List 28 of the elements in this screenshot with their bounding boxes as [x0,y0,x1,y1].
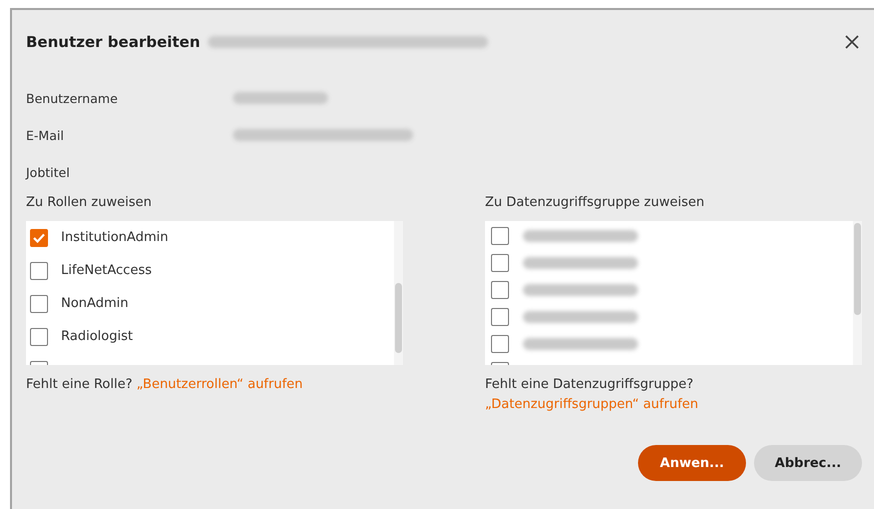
checkbox[interactable] [30,228,48,246]
role-label: InstitutionAdmin [61,230,168,245]
checkbox[interactable] [491,226,509,244]
checkbox[interactable] [491,254,509,272]
hint-text: Fehlt eine Rolle? „Benutzerrollen“ aufrufen [26,376,304,394]
link[interactable]: „Benutzerrollen“ aufrufen [136,377,303,392]
checkbox[interactable] [30,328,48,346]
checkbox[interactable] [491,280,509,298]
field-label: E-Mail [26,128,65,143]
checkbox[interactable] [30,294,48,312]
link[interactable]: „Datenzugriffsgruppen“ aufrufen [485,397,698,412]
section-heading: Zu Rollen zuweisen [26,195,153,212]
apply-button[interactable]: Anwen... [638,445,746,481]
check-icon [33,232,45,242]
hint-text: Fehlt eine Datenzugriffsgruppe? „Datenzugriffsgruppen“ aufrufen [485,376,700,414]
dialog-title: Benutzer bearbeiten [26,33,200,51]
role-label: NonAdmin [61,296,128,311]
cancel-button[interactable]: Abbrec... [754,445,862,481]
checkbox[interactable] [491,308,509,326]
checkbox[interactable] [30,262,48,280]
field-label: Jobtitel [26,165,71,180]
scrollbar[interactable] [853,221,862,365]
section-heading: Zu Datenzugriffsgruppe zuweisen [485,195,706,212]
role-label: Radiologist [61,329,133,344]
checkbox[interactable] [491,334,509,352]
role-label: LifeNetAccess [61,263,152,278]
field-label: Benutzername [26,91,119,106]
scrollbar[interactable] [394,221,403,365]
